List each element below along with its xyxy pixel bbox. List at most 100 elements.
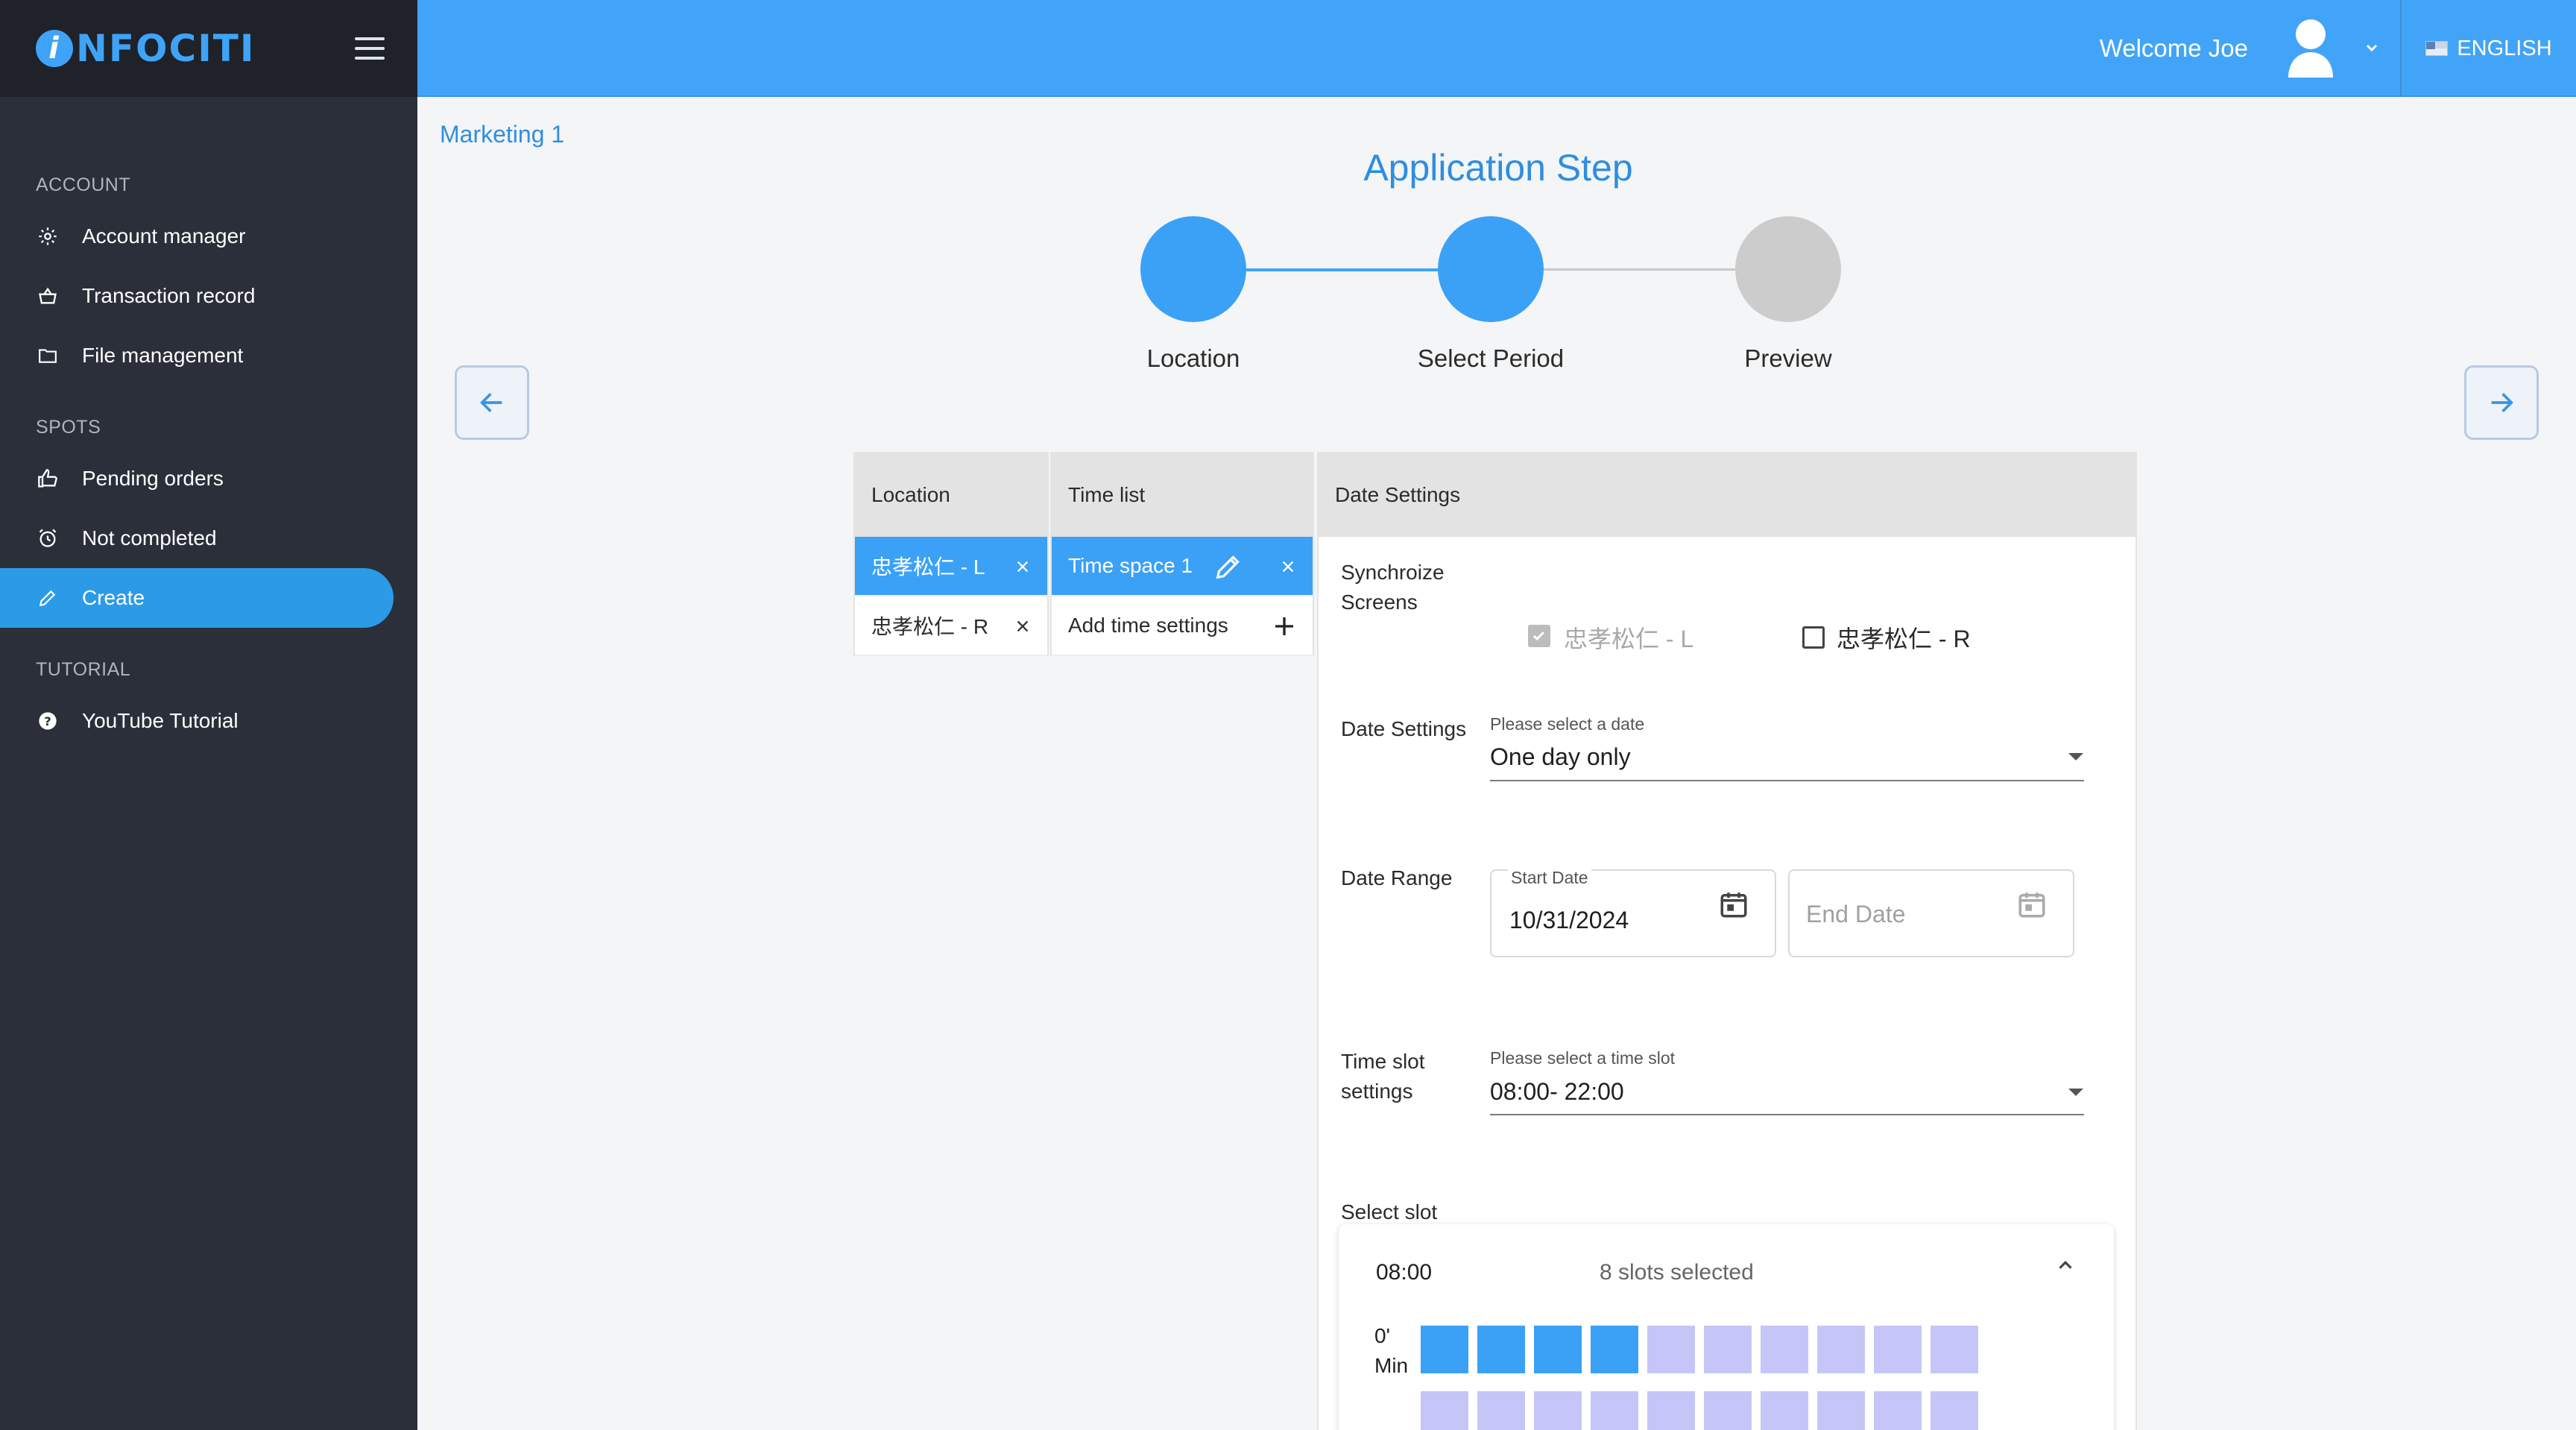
date-settings-select[interactable]: One day only xyxy=(1490,743,1631,771)
time-slot-cell[interactable] xyxy=(1761,1391,1808,1430)
slot-row-label-line-2: Min xyxy=(1374,1354,1409,1377)
svg-text:?: ? xyxy=(44,714,51,728)
logo-text: NFOCITI xyxy=(76,27,256,70)
arrow-right-icon xyxy=(2491,393,2513,412)
screen-r-checkbox[interactable] xyxy=(1802,626,1825,649)
flag-icon xyxy=(2425,41,2449,56)
help-circle-icon: ? xyxy=(36,709,60,733)
start-date-caption: Start Date xyxy=(1508,868,1591,888)
step-dot-select-period[interactable] xyxy=(1438,216,1544,322)
time-slot-dropdown-icon[interactable] xyxy=(2068,1089,2083,1096)
sync-label-line-1: Synchroize xyxy=(1341,561,1445,584)
calendar-icon[interactable] xyxy=(2016,889,2048,924)
start-date-value: 10/31/2024 xyxy=(1509,907,1629,933)
time-slot-cell[interactable] xyxy=(1591,1391,1638,1430)
time-slot-cell[interactable] xyxy=(1817,1391,1865,1430)
previous-step-button[interactable] xyxy=(455,365,529,440)
alarm-clock-icon xyxy=(36,526,60,550)
time-slot-cell[interactable] xyxy=(1874,1326,1922,1373)
time-list-header: Time list xyxy=(1052,453,1313,537)
chevron-down-icon[interactable] xyxy=(2363,39,2381,57)
sidebar-item-label: File management xyxy=(82,344,244,367)
pencil-icon xyxy=(36,586,60,610)
time-slot-cell[interactable] xyxy=(1761,1326,1808,1373)
menu-toggle-icon[interactable] xyxy=(355,37,385,60)
chevron-up-icon[interactable] xyxy=(2054,1254,2077,1280)
date-range-label: Date Range xyxy=(1341,866,1453,889)
time-slot-label-line-1: Time slot xyxy=(1341,1050,1425,1073)
user-avatar-icon[interactable] xyxy=(2284,18,2337,78)
next-step-button[interactable] xyxy=(2464,365,2539,440)
date-settings-caption: Please select a date xyxy=(1490,714,1645,734)
time-slot-cell[interactable] xyxy=(1421,1391,1468,1430)
sidebar: i NFOCITI ACCOUNT Account manager Transa… xyxy=(0,0,417,1430)
breadcrumb[interactable]: Marketing 1 xyxy=(440,121,564,148)
slot-row-label: 0' Min xyxy=(1374,1321,1408,1381)
sidebar-item-youtube-tutorial[interactable]: ? YouTube Tutorial xyxy=(0,691,417,751)
sidebar-item-account-manager[interactable]: Account manager xyxy=(0,207,417,266)
screen-l-checkbox[interactable] xyxy=(1528,625,1550,647)
welcome-text: Welcome Joe xyxy=(2099,34,2248,62)
time-slot-cell[interactable] xyxy=(1874,1391,1922,1430)
time-item-label: Time space 1 xyxy=(1068,554,1193,577)
remove-time-icon[interactable] xyxy=(1280,537,1296,596)
time-slot-cell[interactable] xyxy=(1647,1326,1695,1373)
time-slot-cell[interactable] xyxy=(1704,1391,1752,1430)
logo[interactable]: i NFOCITI xyxy=(36,27,256,70)
calendar-icon[interactable] xyxy=(1718,889,1749,924)
sidebar-item-create[interactable]: Create xyxy=(0,568,394,628)
end-date-field[interactable]: End Date xyxy=(1788,869,2074,957)
time-item-1[interactable]: Time space 1 xyxy=(1052,537,1313,596)
time-slot-settings-label: Time slot settings xyxy=(1341,1047,1425,1106)
location-panel-header: Location xyxy=(855,453,1047,537)
language-label: ENGLISH xyxy=(2457,36,2552,60)
sidebar-item-label: Create xyxy=(82,586,145,609)
sync-screens-label: Synchroize Screens xyxy=(1341,558,1445,617)
time-slot-cell[interactable] xyxy=(1931,1326,1978,1373)
slot-hour: 08:00 xyxy=(1376,1260,1433,1285)
language-selector[interactable]: ENGLISH xyxy=(2400,0,2576,97)
remove-location-r-icon[interactable] xyxy=(1014,596,1031,656)
location-item-label: 忠孝松仁 - L xyxy=(871,555,985,579)
time-slot-cell[interactable] xyxy=(1477,1326,1525,1373)
plus-icon[interactable] xyxy=(1272,596,1296,656)
time-slot-cell[interactable] xyxy=(1647,1391,1695,1430)
add-time-settings-row[interactable]: Add time settings xyxy=(1052,596,1313,656)
time-slot-cell[interactable] xyxy=(1477,1391,1525,1430)
location-item-r[interactable]: 忠孝松仁 - R xyxy=(855,596,1047,656)
sidebar-item-pending-orders[interactable]: Pending orders xyxy=(0,449,417,508)
date-settings-underline xyxy=(1490,780,2084,781)
slot-summary: 8 slots selected xyxy=(1600,1260,1754,1285)
start-date-field[interactable]: Start Date 10/31/2024 xyxy=(1490,868,1776,957)
nav-section-account: ACCOUNT xyxy=(36,174,131,195)
time-slot-underline xyxy=(1490,1114,2084,1115)
sidebar-item-label: Account manager xyxy=(82,224,246,248)
step-connector-2 xyxy=(1544,268,1737,271)
step-dot-location[interactable] xyxy=(1140,216,1246,322)
step-label-preview: Preview xyxy=(1744,344,1832,372)
nav-section-spots: SPOTS xyxy=(36,417,101,438)
time-slot-cell[interactable] xyxy=(1931,1391,1978,1430)
time-slot-cell[interactable] xyxy=(1817,1326,1865,1373)
remove-location-l-icon[interactable] xyxy=(1014,537,1031,596)
sidebar-item-not-completed[interactable]: Not completed xyxy=(0,508,417,568)
edit-pencil-icon[interactable] xyxy=(1214,537,1243,596)
time-slot-select[interactable]: 08:00- 22:00 xyxy=(1490,1078,1624,1106)
time-slot-cell[interactable] xyxy=(1421,1326,1468,1373)
time-slot-cell[interactable] xyxy=(1591,1326,1638,1373)
time-slot-cell[interactable] xyxy=(1534,1326,1582,1373)
step-dot-preview[interactable] xyxy=(1735,216,1841,322)
date-settings-dropdown-icon[interactable] xyxy=(2068,753,2083,760)
folder-icon xyxy=(36,344,60,368)
sidebar-item-transaction-record[interactable]: Transaction record xyxy=(0,266,417,326)
step-connector-1 xyxy=(1246,268,1439,271)
add-time-settings-label: Add time settings xyxy=(1068,614,1228,637)
time-slot-cell[interactable] xyxy=(1534,1391,1582,1430)
sidebar-item-file-management[interactable]: File management xyxy=(0,326,417,385)
step-label-select-period: Select Period xyxy=(1417,344,1565,372)
time-slot-cell[interactable] xyxy=(1704,1326,1752,1373)
step-label-location: Location xyxy=(1146,344,1240,372)
slot-row-label-line-1: 0' xyxy=(1374,1324,1390,1347)
location-item-l[interactable]: 忠孝松仁 - L xyxy=(855,537,1047,596)
logo-initial: i xyxy=(36,30,73,67)
